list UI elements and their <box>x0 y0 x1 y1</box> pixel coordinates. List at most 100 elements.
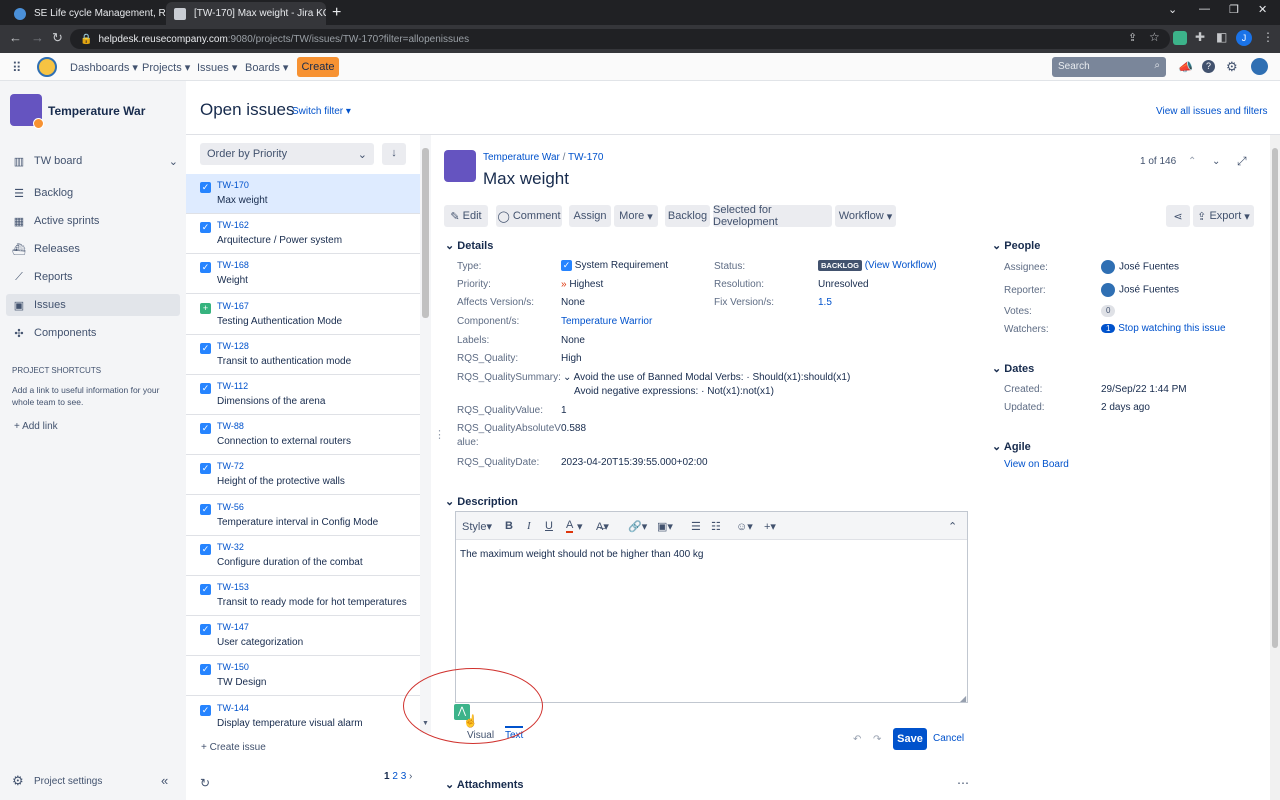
assignee-value[interactable]: José Fuentes <box>1101 260 1179 274</box>
quality-value-number[interactable]: 1 <box>561 405 567 416</box>
sort-direction-button[interactable]: ↓ <box>382 143 406 165</box>
search-input[interactable]: Search ⌕ <box>1052 57 1166 77</box>
issue-list-item[interactable]: ✓ TW-88 Connection to external routers <box>186 415 420 456</box>
collapse-toolbar-icon[interactable]: ⌃ <box>948 520 957 533</box>
view-all-issues-link[interactable]: View all issues and filters <box>1156 106 1268 117</box>
sidebar-item-backlog[interactable]: ☰ Backlog <box>12 182 178 204</box>
add-link-button[interactable]: + Add link <box>14 421 58 432</box>
insert-more-icon[interactable]: +▾ <box>764 520 776 533</box>
issue-list-item[interactable]: ✓ TW-144 Display temperature visual alarm <box>186 697 420 737</box>
issue-key[interactable]: TW-168 <box>217 260 249 270</box>
app-switcher-icon[interactable]: ⠿ <box>12 60 22 76</box>
labels-value[interactable]: None <box>561 335 585 346</box>
undo-icon[interactable]: ↶ <box>853 734 861 745</box>
project-settings-gear-icon[interactable]: ⚙ <box>12 773 24 789</box>
issue-key[interactable]: TW-72 <box>217 461 244 471</box>
view-on-board-link[interactable]: View on Board <box>1004 459 1069 470</box>
bullet-list-icon[interactable]: ☰ <box>691 520 701 533</box>
issue-key[interactable]: TW-147 <box>217 622 249 632</box>
issue-key[interactable]: TW-167 <box>217 301 249 311</box>
browser-tab-2[interactable]: [TW-170] Max weight - Jira KCS ✕ <box>166 2 326 25</box>
issue-key[interactable]: TW-153 <box>217 582 249 592</box>
workflow-button[interactable]: Workflow ▾ <box>835 205 896 227</box>
bookmark-star-icon[interactable]: ☆ <box>1149 30 1160 44</box>
quality-summary-line-2[interactable]: Avoid negative expressions: · Not(x1):no… <box>574 386 774 397</box>
text-color-icon[interactable]: A <box>566 520 574 533</box>
help-icon[interactable]: ? <box>1202 60 1215 73</box>
issue-key[interactable]: TW-170 <box>217 180 249 190</box>
project-settings-link[interactable]: Project settings <box>34 776 102 787</box>
refresh-icon[interactable]: ↻ <box>200 776 210 790</box>
resize-handle-icon[interactable]: ⋮ <box>434 428 445 441</box>
quality-summary-line-1[interactable]: ⌄ Avoid the use of Banned Modal Verbs: ·… <box>563 372 850 383</box>
nav-dashboards[interactable]: Dashboards ▾ <box>70 61 138 74</box>
nav-issues[interactable]: Issues ▾ <box>197 61 237 74</box>
view-workflow-link[interactable]: (View Workflow) <box>865 260 937 271</box>
profile-avatar[interactable]: J <box>1236 30 1252 46</box>
settings-gear-icon[interactable]: ⚙ <box>1226 59 1238 75</box>
restore-icon[interactable]: ❐ <box>1229 3 1239 16</box>
issue-key[interactable]: TW-144 <box>217 703 249 713</box>
affects-version-value[interactable]: None <box>561 297 585 308</box>
url-field[interactable]: 🔒 helpdesk.reusecompany.com:9080/project… <box>70 29 1170 49</box>
more-button[interactable]: More ▾ <box>614 205 658 227</box>
issue-key[interactable]: TW-88 <box>217 421 244 431</box>
selected-for-development-button[interactable]: Selected for Development <box>713 204 832 228</box>
order-by-select[interactable]: Order by Priority ⌄ <box>200 143 374 165</box>
breadcrumb-project[interactable]: Temperature War <box>483 152 560 163</box>
expand-icon[interactable]: ⤢ <box>1237 154 1247 169</box>
issue-key[interactable]: TW-150 <box>217 662 249 672</box>
issue-key[interactable]: TW-56 <box>217 502 244 512</box>
votes-count[interactable]: 0 <box>1101 305 1116 317</box>
issue-list-item[interactable]: ✓ TW-150 TW Design <box>186 656 420 697</box>
issue-title[interactable]: Max weight <box>483 169 569 189</box>
previous-issue-icon[interactable]: ⌃ <box>1188 156 1196 167</box>
status-badge[interactable]: BACKLOG <box>818 260 862 271</box>
issue-key[interactable]: TW-162 <box>217 220 249 230</box>
issue-list-item[interactable]: ✓ TW-112 Dimensions of the arena <box>186 375 420 415</box>
comment-button[interactable]: ◯ Comment <box>496 205 562 227</box>
nav-boards[interactable]: Boards ▾ <box>245 61 288 74</box>
extensions-puzzle-icon[interactable]: ✚ <box>1195 30 1205 44</box>
next-page-icon[interactable]: › <box>409 771 412 782</box>
sidebar-item-releases[interactable]: ⛴ Releases <box>12 238 178 260</box>
issue-list-item[interactable]: ✓ TW-128 Transit to authentication mode <box>186 335 420 375</box>
emoji-icon[interactable]: ☺▾ <box>736 520 753 533</box>
sidebar-item-components[interactable]: ✣ Components <box>12 322 178 344</box>
create-button[interactable]: Create <box>297 57 339 77</box>
cancel-button[interactable]: Cancel <box>933 733 964 744</box>
issue-list-item[interactable]: + TW-167 Testing Authentication Mode <box>186 295 420 335</box>
sidepanel-icon[interactable]: ◧ <box>1216 30 1227 44</box>
style-dropdown[interactable]: Style▾ <box>462 520 492 533</box>
text-format-icon[interactable]: A̶▾ <box>596 520 609 533</box>
chevron-down-icon[interactable]: ▾ <box>577 520 583 533</box>
reload-icon[interactable]: ↻ <box>52 30 63 46</box>
fix-version-link[interactable]: 1.5 <box>818 297 832 308</box>
page-link[interactable]: 1 <box>384 771 390 782</box>
minimize-icon[interactable]: — <box>1199 3 1210 15</box>
italic-icon[interactable]: I <box>527 520 531 532</box>
issue-key[interactable]: TW-32 <box>217 542 244 552</box>
issue-key[interactable]: TW-128 <box>217 341 249 351</box>
quality-value[interactable]: High <box>561 353 582 364</box>
next-issue-icon[interactable]: ⌄ <box>1212 156 1220 167</box>
backlog-transition-button[interactable]: Backlog <box>665 205 710 227</box>
page-link[interactable]: 2 <box>392 771 398 782</box>
issue-list-item[interactable]: ✓ TW-72 Height of the protective walls <box>186 455 420 496</box>
save-button[interactable]: Save <box>893 728 927 750</box>
list-scroll-thumb[interactable] <box>422 148 429 318</box>
notifications-icon[interactable]: 📣 <box>1178 60 1193 74</box>
browser-menu-icon[interactable]: ⋮ <box>1262 30 1274 44</box>
sidebar-item-issues[interactable]: ▣ Issues <box>6 294 180 316</box>
details-section-title[interactable]: ⌄ Details <box>445 239 493 252</box>
user-avatar[interactable] <box>1251 58 1268 75</box>
nav-projects[interactable]: Projects ▾ <box>142 61 190 74</box>
issue-list-item[interactable]: ✓ TW-168 Weight <box>186 254 420 295</box>
project-avatar-small[interactable] <box>444 150 476 182</box>
new-tab-button[interactable]: + <box>332 4 341 22</box>
forward-icon[interactable]: → <box>31 30 44 45</box>
browser-tab-1[interactable]: SE Life cycle Management, Requ ✕ <box>6 2 166 25</box>
reporter-value[interactable]: José Fuentes <box>1101 283 1179 297</box>
collapse-sidebar-icon[interactable]: « <box>161 773 168 788</box>
dates-section-title[interactable]: ⌄ Dates <box>992 362 1034 375</box>
